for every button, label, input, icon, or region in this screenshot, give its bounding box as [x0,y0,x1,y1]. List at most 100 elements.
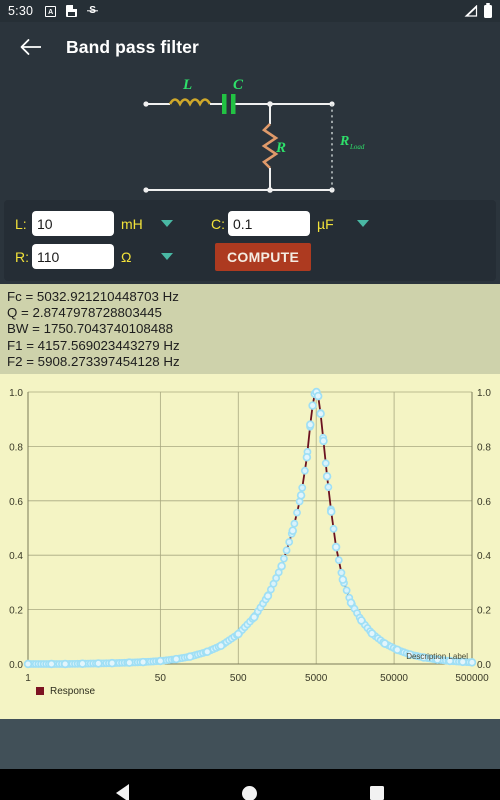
s-icon: S [87,5,98,17]
x-tick-label: 5000 [305,673,328,684]
y-tick-label-right: 1.0 [477,388,491,399]
data-point-marker [94,659,103,668]
data-point-marker [313,391,323,401]
battery-icon [484,4,492,18]
data-point-marker [263,591,273,601]
data-point-marker [277,561,286,571]
legend-label: Response [50,686,95,697]
nav-home-icon[interactable] [241,785,257,800]
x-tick-label: 500 [230,673,247,684]
result-f1: F1 = 4157.569023443279 Hz [7,337,180,353]
circuit-svg: L C R R Load [143,77,365,193]
y-tick-label-left: 0.8 [9,442,23,453]
bottom-filler [0,719,500,770]
y-tick-label-right: 0.6 [477,497,491,508]
data-point-marker [234,629,243,639]
capacitor-plate-left [222,94,227,114]
data-point-marker [23,659,33,669]
data-point-marker [338,575,348,584]
back-arrow-icon [20,39,41,55]
data-point-marker [288,526,297,535]
data-point-marker [300,466,309,475]
y-tick-label-right: 0.8 [477,442,491,453]
capacitance-unit-dropdown[interactable] [357,220,369,227]
data-point-marker [324,483,333,492]
data-point-marker [138,657,148,667]
y-tick-label-left: 0.6 [9,497,23,508]
data-point-marker [282,546,291,555]
result-f2: F2 = 5908.273397454128 Hz [7,353,180,369]
data-point-marker [342,586,351,595]
data-point-marker [298,483,307,492]
save-icon [66,5,78,17]
nav-back-icon[interactable] [116,784,130,800]
signal-no-service-icon [464,5,478,17]
app-screen: 5:30 A S Band pass filter L C R R Load L… [0,0,500,800]
y-tick-label-left: 1.0 [9,388,23,399]
system-nav-bar [0,769,500,800]
data-point-marker [367,629,377,638]
data-point-marker [285,538,294,546]
data-point-marker [78,659,87,668]
result-q: Q = 2.8747978728803445 [7,305,162,321]
status-bar: 5:30 A S [0,0,500,22]
resistance-unit: Ω [121,248,132,265]
data-point-marker [306,420,315,429]
x-tick-label: 1 [25,673,31,684]
load-label-subscript: Load [349,143,365,151]
resistance-input[interactable] [32,244,114,269]
back-button[interactable] [18,34,44,60]
data-point-marker [331,542,341,552]
y-tick-label-left: 0.4 [9,551,23,562]
response-chart: 0.0 0.0 0.2 0.2 0.4 0.4 0.6 0.6 0.8 0.8 1.0 1.0 1 50 5… [0,374,500,720]
data-point-marker [357,616,366,625]
circuit-diagram: L C R R Load [0,72,500,197]
data-point-marker [60,659,70,669]
inductance-row: L: mH C: µF [4,207,496,240]
capacitance-unit: µF [317,215,334,232]
y-tick-label-right: 0.2 [477,606,491,617]
result-bw: BW = 1750.7043740108488 [7,321,173,337]
data-point-marker [249,612,259,622]
data-point-marker [185,652,195,661]
data-point-marker [302,453,312,462]
compute-button[interactable]: COMPUTE [215,242,312,271]
capacitor-plate-right [231,94,236,114]
resistor-label: R [275,140,286,156]
y-tick-label-right: 0.4 [477,551,491,562]
data-point-marker [156,656,165,666]
data-point-marker [290,519,299,528]
capacitor-label: C [233,77,244,93]
inductance-label: L: [15,215,27,232]
data-point-marker [393,645,402,655]
capacitance-input[interactable] [228,211,310,236]
y-tick-label-right: 0.0 [477,660,491,671]
data-point-marker [316,409,325,419]
page-title: Band pass filter [66,36,199,57]
resistance-row: R: Ω COMPUTE [4,240,496,273]
data-point-marker [172,654,181,664]
data-point-marker [216,641,226,651]
inductance-input[interactable] [32,211,114,236]
capacitance-label: C: [211,215,225,232]
x-tick-label: 500000 [455,673,489,684]
results-panel: Fc = 5032.921210448703 Hz Q = 2.87479787… [0,284,500,375]
inductor-label: L [182,77,192,93]
data-point-marker [47,659,56,669]
status-time: 5:30 [8,4,34,18]
nav-recents-icon[interactable] [369,786,384,800]
inductance-unit-dropdown[interactable] [161,220,173,227]
data-point-marker [280,554,288,563]
data-point-marker [329,524,338,533]
data-point-marker [380,639,390,648]
y-tick-label-left: 0.0 [9,660,23,671]
data-point-marker [203,647,212,657]
x-tick-label: 50 [155,673,167,684]
data-point-marker [125,658,134,667]
resistance-label: R: [15,248,29,265]
data-point-marker [321,459,330,468]
resistance-unit-dropdown[interactable] [161,253,173,260]
data-point-marker [293,508,301,517]
data-point-marker [322,472,332,481]
data-point-marker [334,556,343,565]
